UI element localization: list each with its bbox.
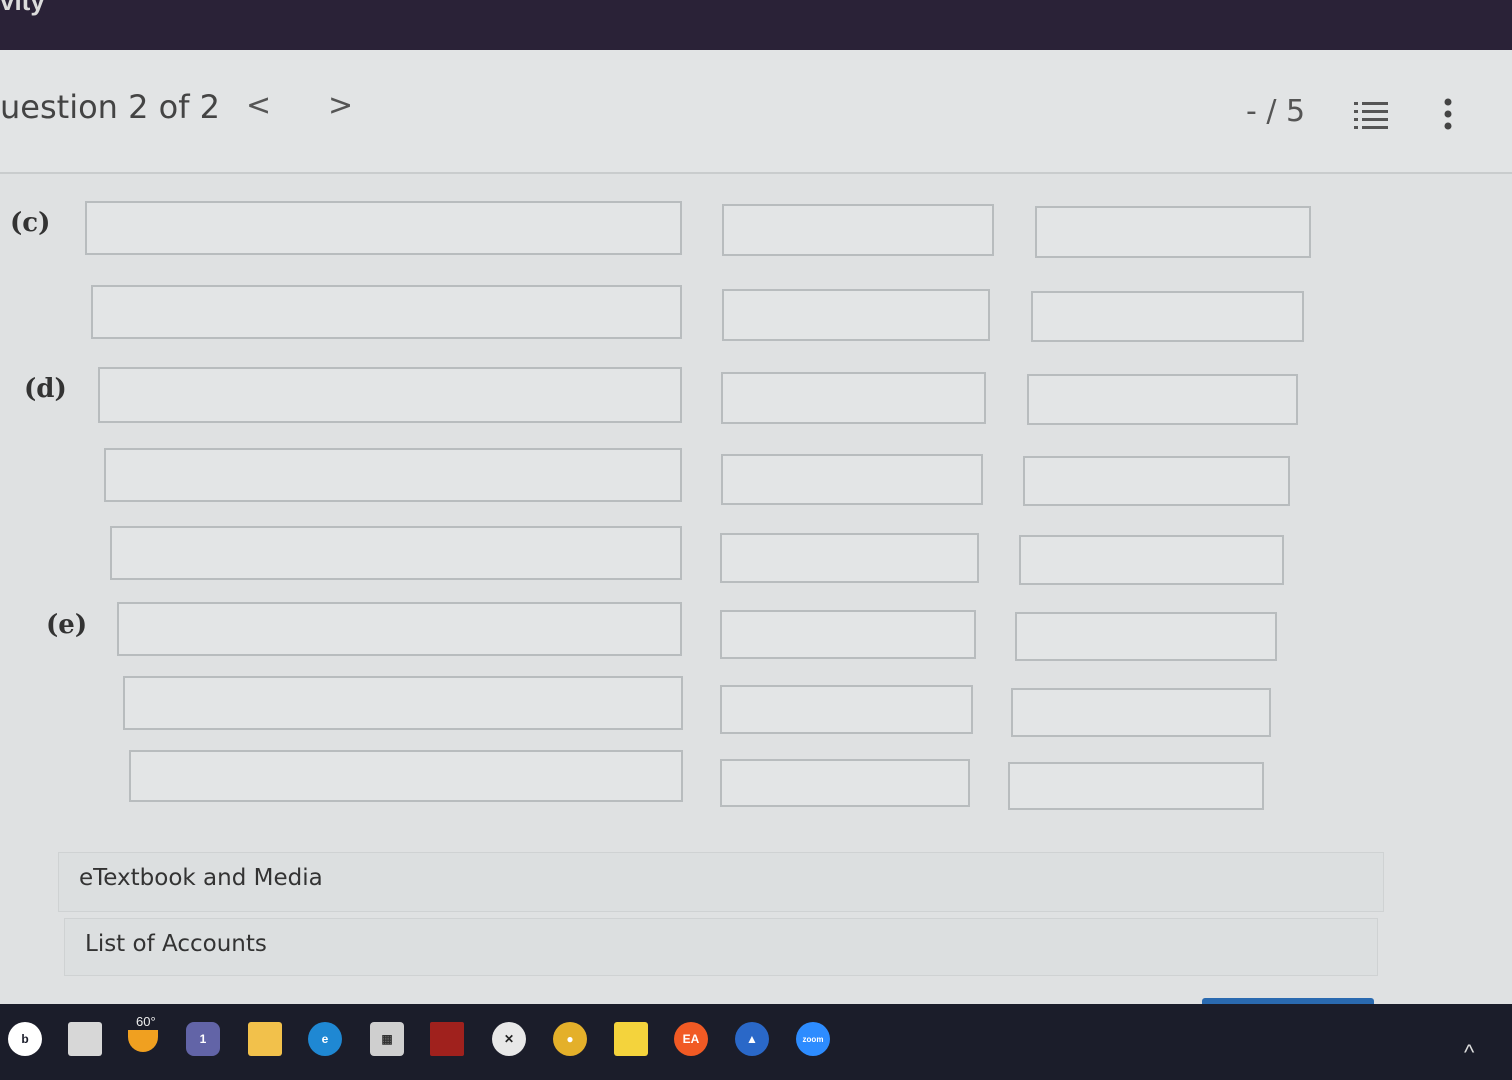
task-view-icon[interactable] [68,1022,102,1056]
debit-input[interactable] [720,533,979,583]
ea-icon[interactable]: EA [674,1022,708,1056]
weather-icon[interactable] [128,1030,158,1052]
app-title: vity [0,0,45,16]
list-of-accounts-section[interactable]: List of Accounts [64,918,1378,976]
debit-input[interactable] [722,204,994,256]
app-icon[interactable]: ▲ [735,1022,769,1056]
account-input[interactable] [129,750,683,802]
question-counter: uestion 2 of 2 [0,88,221,126]
more-vertical-icon[interactable] [1438,98,1458,132]
debit-input[interactable] [722,289,990,341]
credit-input[interactable] [1031,291,1304,342]
window-top-bar: vity [0,0,1512,50]
chrome-icon[interactable]: ● [553,1022,587,1056]
account-input[interactable] [98,367,682,423]
credit-input[interactable] [1035,206,1311,258]
zoom-icon[interactable]: zoom [796,1022,830,1056]
credit-input[interactable] [1019,535,1284,585]
question-header: uestion 2 of 2 < > - / 5 [0,50,1512,174]
debit-input[interactable] [721,372,986,424]
etextbook-media-label: eTextbook and Media [79,865,323,891]
account-input[interactable] [85,201,682,255]
store-icon[interactable]: ▦ [370,1022,404,1056]
part-c-label: (c) [10,208,51,238]
game-icon[interactable] [430,1022,464,1056]
debit-input[interactable] [720,610,976,659]
account-input[interactable] [104,448,682,502]
edge-icon[interactable]: e [308,1022,342,1056]
account-input[interactable] [110,526,682,580]
search-icon[interactable]: b [8,1022,42,1056]
xbox-icon[interactable]: ✕ [492,1022,526,1056]
part-e-label: (e) [46,610,88,640]
account-input[interactable] [117,602,682,656]
credit-input[interactable] [1015,612,1277,661]
score-display: - / 5 [1246,94,1306,129]
debit-input[interactable] [721,454,983,505]
teams-icon[interactable]: 1 [186,1022,220,1056]
debit-input[interactable] [720,759,970,807]
taskbar: b 60° 1 e ▦ ✕ ● EA ▲ zoom ^ [0,1004,1512,1080]
weather-temperature: 60° [136,1014,156,1029]
debit-input[interactable] [720,685,973,734]
credit-input[interactable] [1023,456,1290,506]
credit-input[interactable] [1011,688,1271,737]
list-icon[interactable] [1354,100,1390,130]
etextbook-media-section[interactable]: eTextbook and Media [58,852,1384,912]
next-question-button[interactable]: > [328,88,353,123]
account-input[interactable] [91,285,682,339]
file-explorer-icon[interactable] [248,1022,282,1056]
account-input[interactable] [123,676,683,730]
credit-input[interactable] [1008,762,1264,810]
previous-question-button[interactable]: < [246,88,271,123]
part-d-label: (d) [24,374,67,404]
credit-input[interactable] [1027,374,1298,425]
sticky-notes-icon[interactable] [614,1022,648,1056]
chevron-up-icon[interactable]: ^ [1464,1040,1474,1066]
list-of-accounts-label: List of Accounts [85,931,267,957]
